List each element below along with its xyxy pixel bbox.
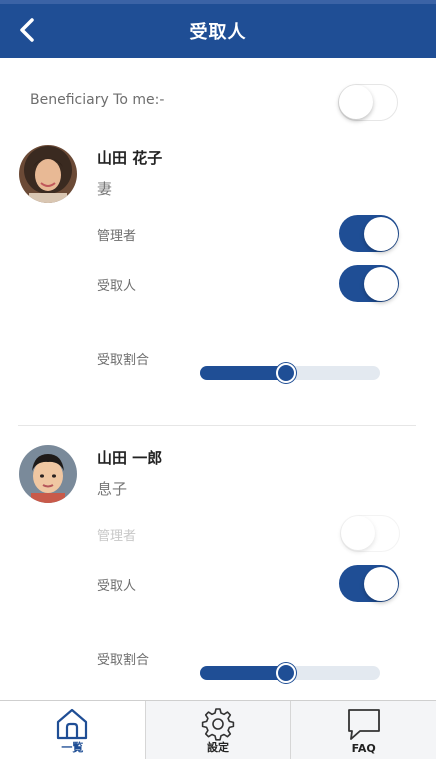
status-bar [0, 0, 436, 4]
tab-faq[interactable]: FAQ [291, 701, 436, 759]
admin-label: 管理者 [97, 529, 137, 544]
toggle-knob [363, 566, 398, 601]
receiver-label: 受取人 [97, 579, 137, 594]
receiver-toggle[interactable] [339, 565, 399, 602]
tab-label: 一覧 [61, 741, 84, 754]
slider-fill [200, 666, 286, 680]
avatar-woman [19, 145, 77, 203]
divider [18, 425, 416, 426]
page-title: 受取人 [189, 22, 247, 43]
home-icon [57, 708, 88, 740]
share-label: 受取割合 [97, 353, 150, 368]
admin-toggle[interactable] [340, 515, 400, 552]
beneficiary-to-me-toggle[interactable] [338, 84, 398, 121]
toggle-knob [341, 516, 375, 550]
woman-avatar-icon [19, 145, 77, 203]
gear-icon [201, 708, 235, 741]
slider-fill [200, 366, 286, 380]
boy-avatar-icon [19, 445, 77, 503]
slider-thumb[interactable] [276, 663, 296, 683]
toggle-knob [339, 85, 373, 119]
tab-settings[interactable]: 設定 [145, 701, 292, 759]
tab-label: 設定 [207, 741, 229, 754]
tab-list[interactable]: 一覧 [0, 701, 146, 759]
header-bar: 受取人 [0, 0, 436, 58]
avatar-boy [19, 445, 77, 503]
beneficiary-list[interactable]: Beneficiary To me:- 山田 花子 妻 管理者 受取人 受取割合 [0, 58, 436, 700]
slider-thumb[interactable] [276, 363, 296, 383]
tab-bar: 一覧 設定 FAQ [0, 700, 436, 759]
person-name: 山田 一郎 [97, 449, 163, 467]
tab-label: FAQ [351, 742, 376, 755]
beneficiary-to-me-label: Beneficiary To me:- [30, 92, 165, 108]
person-relation: 妻 [97, 180, 113, 198]
admin-label: 管理者 [97, 229, 137, 244]
toggle-knob [363, 216, 398, 251]
app-screen: 受取人 Beneficiary To me:- 山田 花子 妻 管理者 受取人 [0, 0, 436, 759]
toggle-knob [363, 266, 398, 301]
share-slider[interactable] [200, 663, 380, 683]
chat-bubble-icon [347, 709, 380, 740]
share-label: 受取割合 [97, 653, 150, 668]
share-slider[interactable] [200, 363, 380, 383]
receiver-label: 受取人 [97, 279, 137, 294]
receiver-toggle[interactable] [339, 265, 399, 302]
person-relation: 息子 [97, 480, 128, 498]
person-name: 山田 花子 [97, 149, 163, 167]
admin-toggle[interactable] [339, 215, 399, 252]
